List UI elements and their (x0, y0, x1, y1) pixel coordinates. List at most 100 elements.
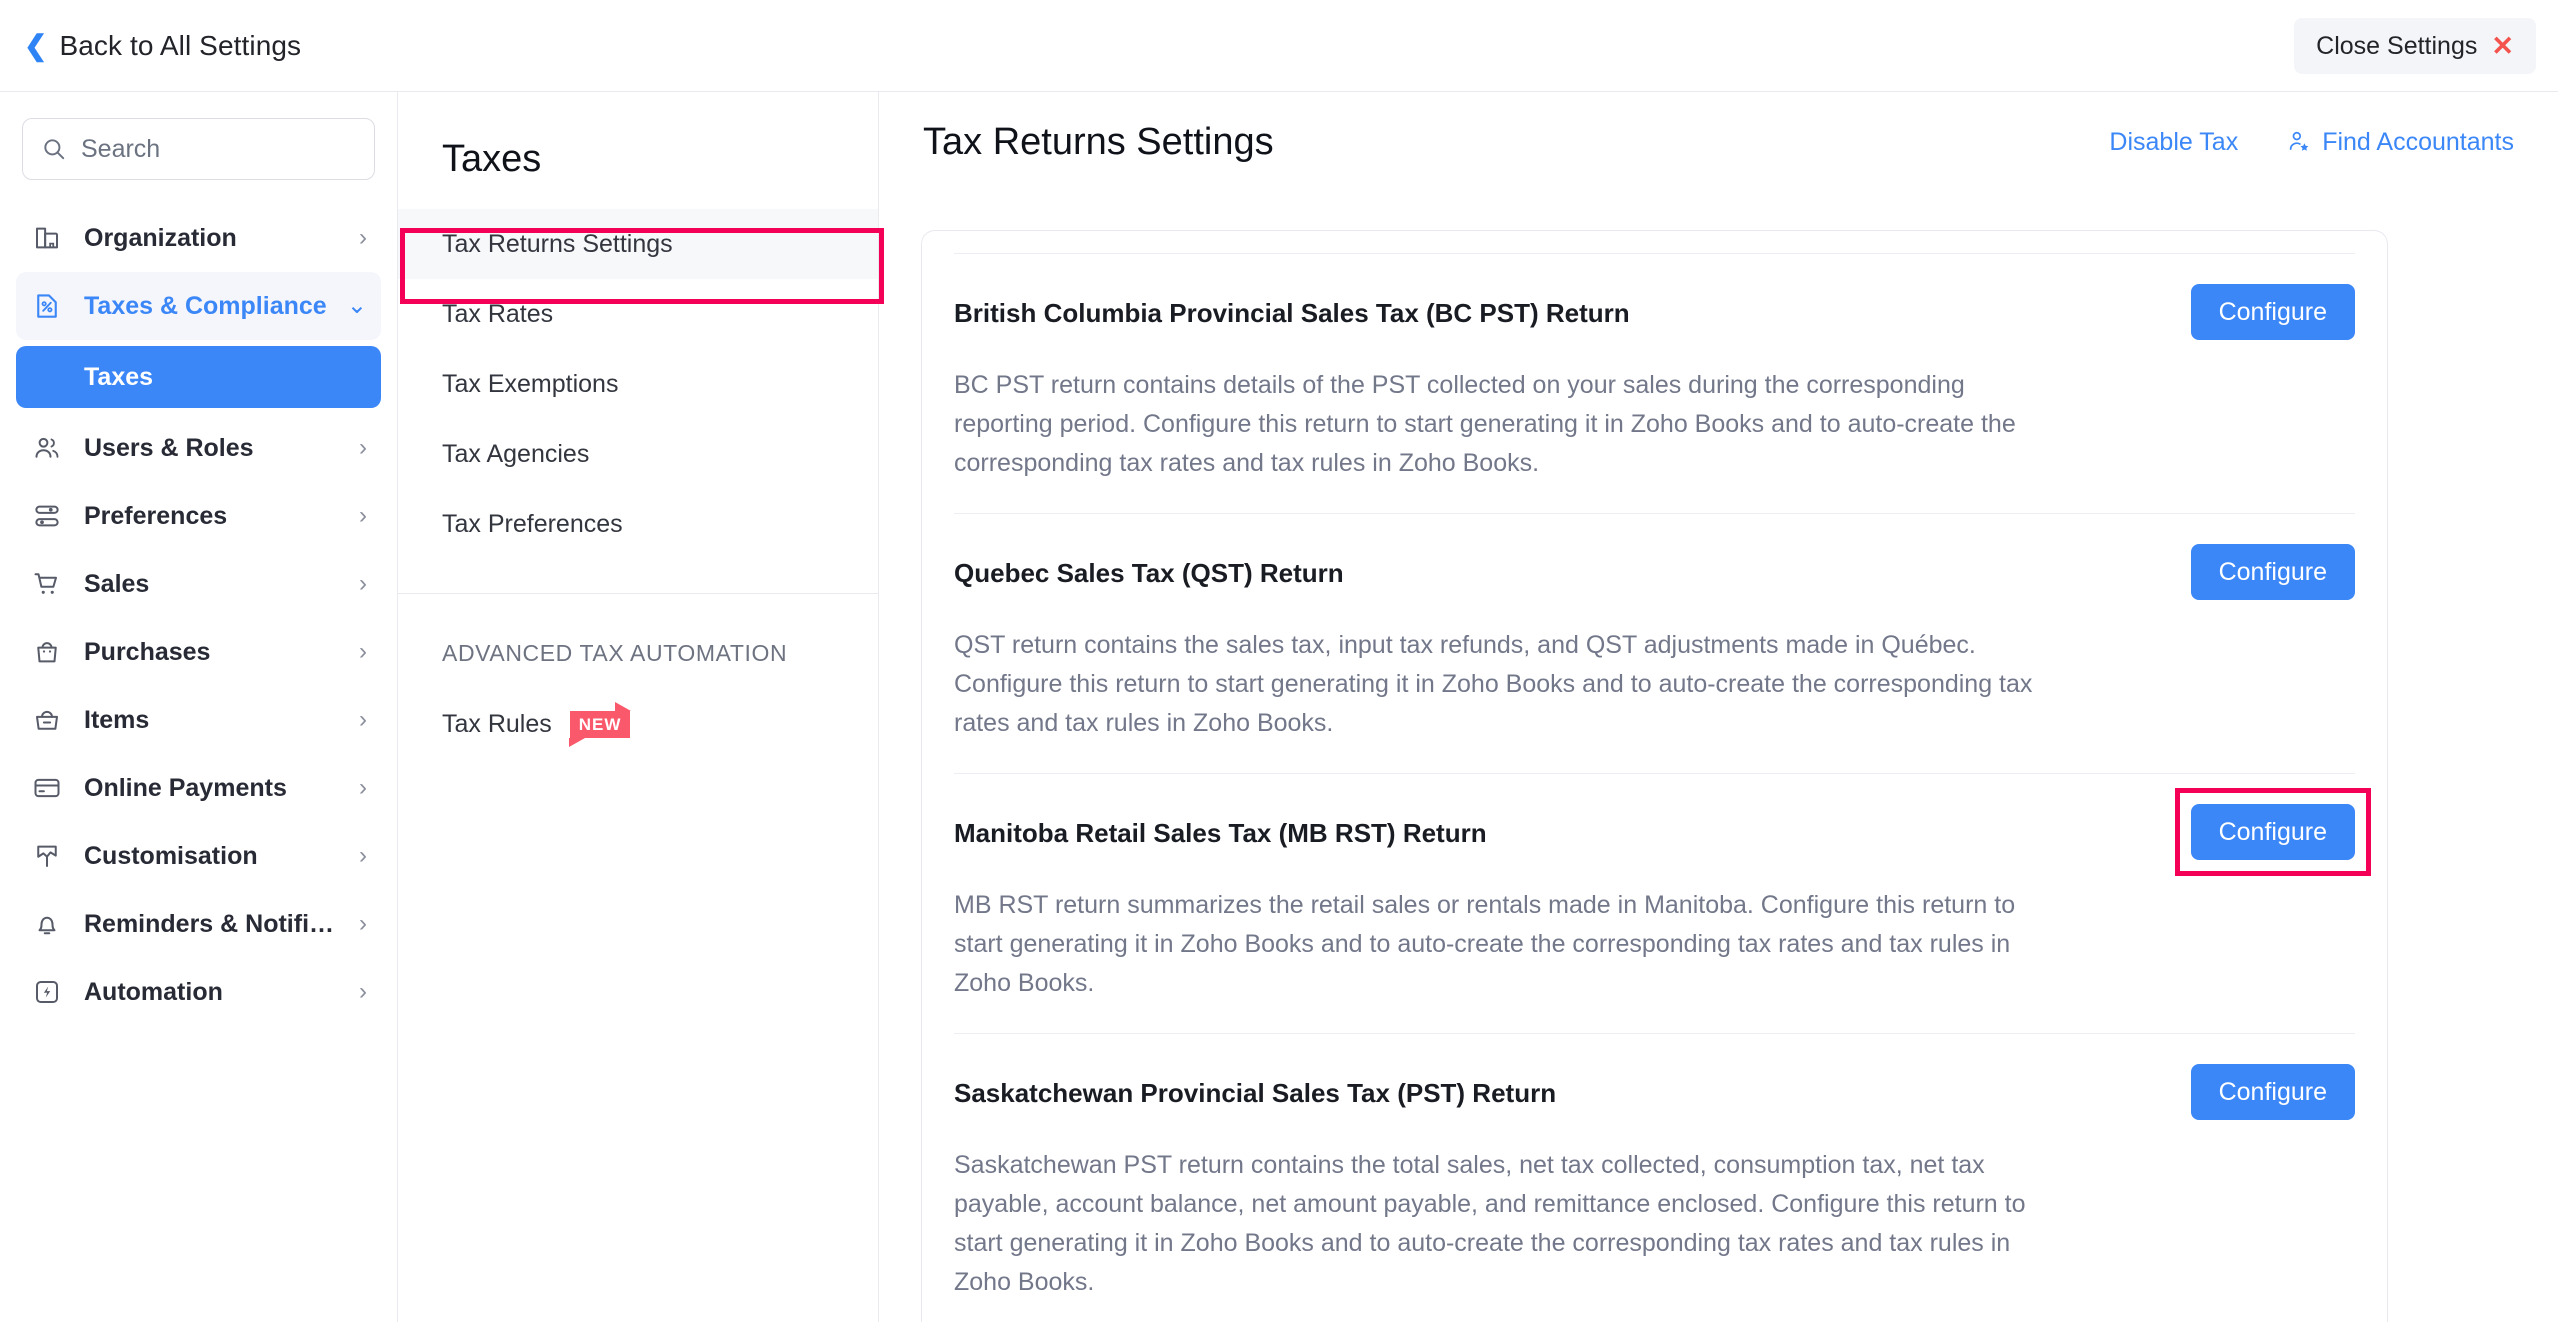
tax-return-title: British Columbia Provincial Sales Tax (B… (954, 298, 1630, 328)
tax-return-title: Saskatchewan Provincial Sales Tax (PST) … (954, 1078, 1557, 1108)
find-accountants-label: Find Accountants (2322, 127, 2514, 156)
tax-returns-card: British Columbia Provincial Sales Tax (B… (921, 230, 2388, 1322)
sidebar-nav: Organization › Taxes & Compliance ⌄ Taxe… (0, 204, 397, 1026)
row-header: Saskatchewan Provincial Sales Tax (PST) … (954, 1064, 2355, 1120)
sidebar-item-label: Users & Roles (84, 433, 254, 462)
sidebar-item-purchases[interactable]: Purchases › (16, 618, 381, 686)
tax-link-tax-returns-settings[interactable]: Tax Returns Settings (398, 209, 878, 279)
configure-button[interactable]: Configure (2190, 544, 2355, 600)
sidebar-item-organization[interactable]: Organization › (16, 204, 381, 272)
tax-link-label: Tax Returns Settings (442, 229, 673, 258)
tax-link-label: Tax Rules (442, 709, 552, 738)
chevron-right-icon: › (359, 706, 367, 733)
search-icon (44, 139, 65, 160)
card-icon (30, 771, 64, 805)
person-star-icon (2289, 131, 2309, 151)
taxes-menu-panel: Taxes Tax Returns Settings Tax Rates Tax… (398, 92, 879, 1322)
search-placeholder: Search (81, 134, 161, 163)
sidebar-item-items[interactable]: Items › (16, 686, 381, 754)
sidebar-item-automation[interactable]: Automation › (16, 958, 381, 1026)
back-to-all-settings-link[interactable]: ❮ Back to All Settings (24, 30, 301, 62)
tax-return-description: QST return contains the sales tax, input… (954, 631, 2033, 737)
settings-sidebar: Search Organization › Taxes & Compliance… (0, 92, 398, 1322)
configure-button[interactable]: Configure (2190, 1064, 2355, 1120)
configure-button[interactable]: Configure (2190, 804, 2355, 860)
tax-return-row: British Columbia Provincial Sales Tax (B… (954, 254, 2355, 513)
tax-link-label: Tax Preferences (442, 509, 623, 538)
tax-link-tax-rules[interactable]: Tax Rules NEW (398, 689, 878, 759)
sidebar-item-customisation[interactable]: Customisation › (16, 822, 381, 890)
advanced-tax-automation-heading: ADVANCED TAX AUTOMATION (442, 640, 788, 666)
chevron-right-icon: › (359, 978, 367, 1005)
chevron-right-icon: › (359, 842, 367, 869)
back-to-all-settings-label: Back to All Settings (59, 29, 302, 61)
bell-icon (30, 907, 64, 941)
sidebar-item-preferences[interactable]: Preferences › (16, 482, 381, 550)
close-settings-button[interactable]: Close Settings ✕ (2294, 18, 2536, 74)
sidebar-item-reminders-and-notifications[interactable]: Reminders & Notifica... › (16, 890, 381, 958)
cart-icon (30, 567, 64, 601)
tax-return-row: Manitoba Retail Sales Tax (MB RST) Retur… (954, 774, 2371, 1033)
customisation-icon (30, 839, 64, 873)
tax-link-label: Tax Exemptions (442, 369, 619, 398)
tax-link-tax-agencies[interactable]: Tax Agencies (398, 419, 878, 489)
row-header: British Columbia Provincial Sales Tax (B… (954, 284, 2355, 340)
tax-link-label: Tax Agencies (442, 439, 590, 468)
configure-button[interactable]: Configure (2190, 284, 2355, 340)
configure-button-wrapper: Configure (2190, 1064, 2355, 1120)
configure-button-wrapper: Configure (2190, 284, 2355, 340)
chevron-right-icon: › (359, 224, 367, 251)
row-header: Manitoba Retail Sales Tax (MB RST) Retur… (954, 788, 2371, 876)
chevron-down-icon: ⌄ (346, 292, 367, 319)
tax-return-title: Quebec Sales Tax (QST) Return (954, 558, 1344, 588)
sidebar-item-users-and-roles[interactable]: Users & Roles › (16, 414, 381, 482)
settings-page: ❮ Back to All Settings Close Settings ✕ … (0, 0, 2558, 1322)
sidebar-item-online-payments[interactable]: Online Payments › (16, 754, 381, 822)
sidebar-item-sales[interactable]: Sales › (16, 550, 381, 618)
tax-link-tax-preferences[interactable]: Tax Preferences (398, 489, 878, 559)
row-header: Quebec Sales Tax (QST) Return Configure (954, 544, 2355, 600)
sidebar-item-label: Purchases (84, 637, 211, 666)
top-bar: ❮ Back to All Settings Close Settings ✕ (0, 0, 2558, 92)
main-content: Tax Returns Settings Disable Tax Find Ac… (879, 92, 2558, 1322)
sliders-icon (30, 499, 64, 533)
users-icon (30, 431, 64, 465)
sidebar-item-label: Online Payments (84, 773, 287, 802)
sidebar-item-label: Sales (84, 569, 150, 598)
chevron-right-icon: › (359, 774, 367, 801)
search-input[interactable]: Search (22, 118, 375, 180)
close-settings-label: Close Settings (2316, 31, 2478, 60)
chevron-right-icon: › (359, 638, 367, 665)
tax-link-tax-rates[interactable]: Tax Rates (398, 279, 878, 349)
disable-tax-link[interactable]: Disable Tax (2109, 128, 2238, 157)
chevron-right-icon: › (359, 434, 367, 461)
tax-return-row: Saskatchewan Provincial Sales Tax (PST) … (954, 1034, 2355, 1322)
sidebar-item-taxes-and-compliance[interactable]: Taxes & Compliance ⌄ (16, 272, 381, 340)
bag-icon (30, 635, 64, 669)
sidebar-item-label: Taxes & Compliance (84, 291, 327, 320)
sidebar-item-label: Preferences (84, 501, 228, 530)
configure-button-wrapper: Configure (2190, 544, 2355, 600)
sidebar-item-label: Customisation (84, 841, 258, 870)
search-wrapper: Search (0, 92, 397, 180)
page-title: Tax Returns Settings (923, 120, 1274, 163)
disable-tax-label: Disable Tax (2109, 127, 2239, 156)
new-badge: NEW (568, 710, 631, 747)
sidebar-subitem-taxes[interactable]: Taxes (16, 346, 381, 408)
tax-percent-icon (30, 289, 64, 323)
organization-icon (30, 221, 64, 255)
chevron-left-icon: ❮ (24, 29, 48, 61)
tax-link-tax-exemptions[interactable]: Tax Exemptions (398, 349, 878, 419)
main-header: Tax Returns Settings Disable Tax Find Ac… (879, 92, 2558, 192)
tax-return-row: Quebec Sales Tax (QST) Return Configure … (954, 514, 2355, 773)
sidebar-item-label: Reminders & Notifica... (84, 909, 339, 938)
tax-return-title: Manitoba Retail Sales Tax (MB RST) Retur… (954, 818, 1487, 848)
close-x-icon: ✕ (2491, 30, 2514, 61)
sidebar-item-label: Automation (84, 977, 223, 1006)
find-accountants-link[interactable]: Find Accountants (2286, 128, 2514, 157)
chevron-right-icon: › (359, 502, 367, 529)
chevron-right-icon: › (359, 910, 367, 937)
tax-return-description: MB RST return summarizes the retail sale… (954, 891, 2016, 997)
sidebar-item-label: Organization (84, 223, 237, 252)
sidebar-item-label: Items (84, 705, 150, 734)
